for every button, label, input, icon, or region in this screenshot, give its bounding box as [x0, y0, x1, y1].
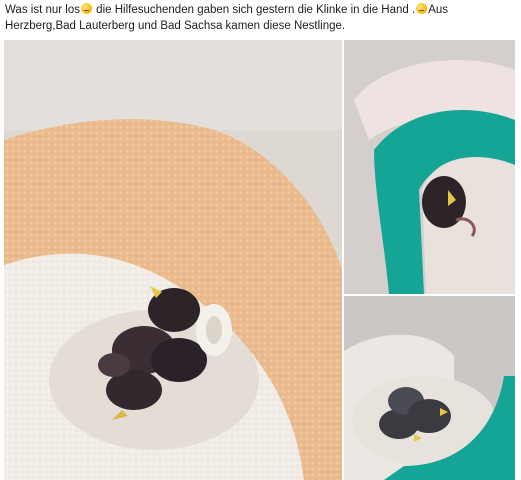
caption-text-2: die Hilfesuchenden gaben sich gestern di… — [92, 4, 416, 16]
photo-nestlings-crochet-basket[interactable] — [344, 296, 515, 480]
sad-face-emoji-icon — [416, 3, 428, 14]
photo-grid — [4, 38, 517, 480]
post-caption: Was ist nur los die Hilfesuchenden gaben… — [5, 2, 515, 34]
sad-face-emoji-icon — [80, 3, 92, 14]
facebook-post: Was ist nur los die Hilfesuchenden gaben… — [0, 0, 521, 480]
photo-nestling-teal-crochet[interactable] — [344, 40, 515, 294]
caption-text-1: Was ist nur los — [5, 4, 80, 16]
photo-nestlings-in-towel[interactable] — [4, 40, 342, 480]
